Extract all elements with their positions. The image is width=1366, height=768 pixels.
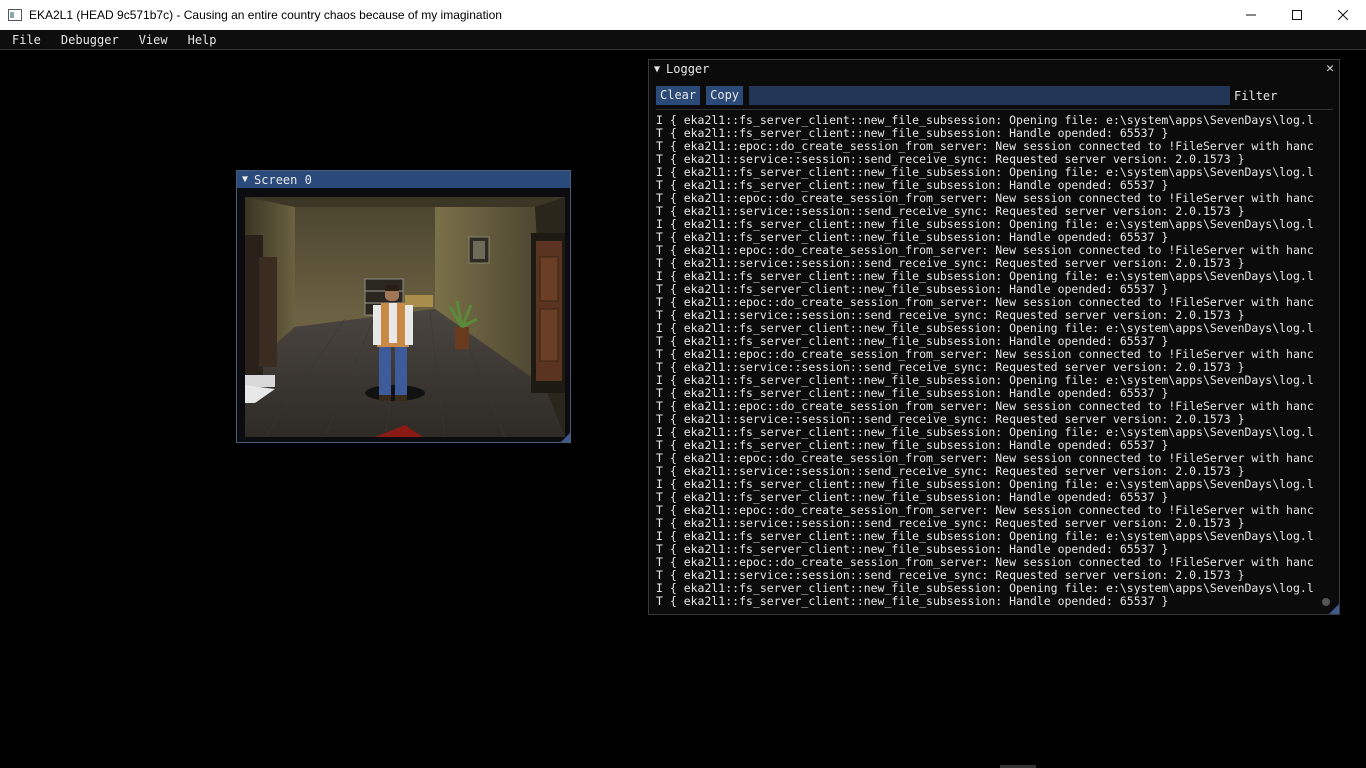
log-line: T { eka2l1::fs_server_client::new_file_s… — [656, 127, 1169, 140]
log-line: T { eka2l1::fs_server_client::new_file_s… — [656, 179, 1169, 192]
log-line: T { eka2l1::fs_server_client::new_file_s… — [656, 543, 1169, 556]
log-line: T { eka2l1::epoc::do_create_session_from… — [656, 348, 1314, 361]
logger-window[interactable]: ▼ Logger ✕ Clear Copy Filter I { eka2l1:… — [648, 59, 1340, 615]
log-line: I { eka2l1::fs_server_client::new_file_s… — [656, 166, 1314, 179]
log-line: T { eka2l1::epoc::do_create_session_from… — [656, 192, 1314, 205]
filter-label: Filter — [1234, 88, 1278, 103]
logger-resize-grip[interactable] — [1329, 604, 1339, 614]
log-line: T { eka2l1::fs_server_client::new_file_s… — [656, 283, 1169, 296]
toolbar-divider — [656, 109, 1333, 110]
log-line: T { eka2l1::service::session::send_recei… — [656, 257, 1245, 270]
log-line: T { eka2l1::service::session::send_recei… — [656, 153, 1245, 166]
maximize-button[interactable] — [1274, 0, 1320, 30]
logger-title: Logger — [666, 62, 710, 76]
window-title: EKA2L1 (HEAD 9c571b7c) - Causing an enti… — [29, 8, 502, 22]
log-line: I { eka2l1::fs_server_client::new_file_s… — [656, 218, 1314, 231]
log-line: T { eka2l1::fs_server_client::new_file_s… — [656, 231, 1169, 244]
game-scene-image — [245, 197, 565, 437]
log-line: T { eka2l1::epoc::do_create_session_from… — [656, 556, 1314, 569]
log-line: T { eka2l1::fs_server_client::new_file_s… — [656, 595, 1169, 608]
log-line: T { eka2l1::service::session::send_recei… — [656, 465, 1245, 478]
minimize-button[interactable] — [1228, 0, 1274, 30]
log-line: I { eka2l1::fs_server_client::new_file_s… — [656, 530, 1314, 543]
log-line: I { eka2l1::fs_server_client::new_file_s… — [656, 114, 1314, 127]
emulated-screen[interactable] — [245, 197, 565, 437]
menu-help[interactable]: Help — [176, 33, 225, 47]
maximize-icon — [1292, 10, 1302, 20]
log-line: T { eka2l1::service::session::send_recei… — [656, 517, 1245, 530]
log-line: I { eka2l1::fs_server_client::new_file_s… — [656, 374, 1314, 387]
log-line: T { eka2l1::epoc::do_create_session_from… — [656, 452, 1314, 465]
log-scrollbar[interactable] — [1320, 114, 1332, 608]
log-line: I { eka2l1::fs_server_client::new_file_s… — [656, 478, 1314, 491]
filter-input[interactable] — [749, 86, 1231, 105]
menu-file[interactable]: File — [0, 33, 49, 47]
logger-close-icon[interactable]: ✕ — [1326, 61, 1334, 76]
log-line: I { eka2l1::fs_server_client::new_file_s… — [656, 322, 1314, 335]
log-line: T { eka2l1::fs_server_client::new_file_s… — [656, 335, 1169, 348]
window-titlebar[interactable]: EKA2L1 (HEAD 9c571b7c) - Causing an enti… — [0, 0, 1366, 30]
menu-debugger[interactable]: Debugger — [49, 33, 127, 47]
log-line: T { eka2l1::fs_server_client::new_file_s… — [656, 387, 1169, 400]
log-line: T { eka2l1::service::session::send_recei… — [656, 569, 1245, 582]
log-line: T { eka2l1::epoc::do_create_session_from… — [656, 504, 1314, 517]
log-line: T { eka2l1::fs_server_client::new_file_s… — [656, 491, 1169, 504]
log-line: T { eka2l1::service::session::send_recei… — [656, 361, 1245, 374]
log-line: T { eka2l1::service::session::send_recei… — [656, 309, 1245, 322]
collapse-arrow-icon[interactable]: ▼ — [654, 64, 660, 75]
log-line: T { eka2l1::epoc::do_create_session_from… — [656, 296, 1314, 309]
logger-toolbar: Clear Copy Filter — [656, 86, 1333, 105]
screen-window-title: Screen 0 — [254, 172, 312, 187]
log-line: T { eka2l1::service::session::send_recei… — [656, 413, 1245, 426]
app-icon — [8, 9, 22, 21]
log-line: T { eka2l1::epoc::do_create_session_from… — [656, 244, 1314, 257]
screen-window-titlebar[interactable]: ▼ Screen 0 — [237, 171, 570, 188]
log-line: I { eka2l1::fs_server_client::new_file_s… — [656, 426, 1314, 439]
logger-titlebar[interactable]: ▼ Logger ✕ — [649, 60, 1339, 78]
clear-button[interactable]: Clear — [656, 86, 701, 105]
copy-button[interactable]: Copy — [706, 86, 744, 105]
close-button[interactable] — [1320, 0, 1366, 30]
log-line: T { eka2l1::service::session::send_recei… — [656, 205, 1245, 218]
log-line: T { eka2l1::fs_server_client::new_file_s… — [656, 439, 1169, 452]
main-menu-bar: File Debugger View Help — [0, 30, 1366, 50]
log-line: T { eka2l1::epoc::do_create_session_from… — [656, 400, 1314, 413]
collapse-arrow-icon[interactable]: ▼ — [242, 174, 248, 185]
close-icon — [1338, 10, 1348, 20]
menu-view[interactable]: View — [127, 33, 176, 47]
log-output[interactable]: I { eka2l1::fs_server_client::new_file_s… — [656, 114, 1320, 608]
log-line: T { eka2l1::epoc::do_create_session_from… — [656, 140, 1314, 153]
log-line: I { eka2l1::fs_server_client::new_file_s… — [656, 582, 1314, 595]
minimize-icon — [1246, 14, 1256, 16]
screen-resize-grip[interactable] — [561, 433, 570, 442]
log-line: I { eka2l1::fs_server_client::new_file_s… — [656, 270, 1314, 283]
screen-window[interactable]: ▼ Screen 0 — [236, 170, 571, 443]
